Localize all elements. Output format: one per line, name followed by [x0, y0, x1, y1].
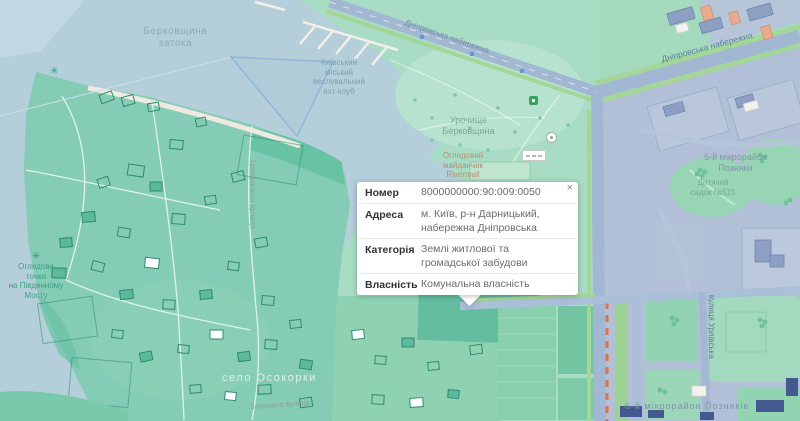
close-icon[interactable]: × [567, 183, 573, 194]
field-value: Землі житлової та громадської забудови [421, 242, 570, 270]
field-label: Категорія [365, 242, 421, 270]
field-label: Власність [365, 277, 421, 292]
field-value: Комунальна власність [421, 277, 570, 292]
field-label: Адреса [365, 207, 421, 235]
sports-poi-icon [529, 96, 538, 105]
road-sign-icon [522, 150, 546, 161]
field-value: 8000000000:90:009:0050 [421, 185, 570, 200]
popup-row-category: Категорія Землі житлової та громадської … [357, 239, 578, 274]
field-value: м. Київ, р-н Дарницький, набережна Дніпр… [421, 207, 570, 235]
field-label: Номер [365, 185, 421, 200]
popup-row-number: Номер 8000000000:90:009:0050 [357, 182, 578, 204]
parcel-info-popup: × Номер 8000000000:90:009:0050 Адреса м.… [357, 182, 578, 295]
map-viewport[interactable]: Берковщиназатока Київськийміський веслув… [0, 0, 800, 421]
popup-row-address: Адреса м. Київ, р-н Дарницький, набережн… [357, 204, 578, 239]
poi-circle-icon [546, 132, 557, 143]
popup-row-ownership: Власність Комунальна власність [357, 274, 578, 295]
